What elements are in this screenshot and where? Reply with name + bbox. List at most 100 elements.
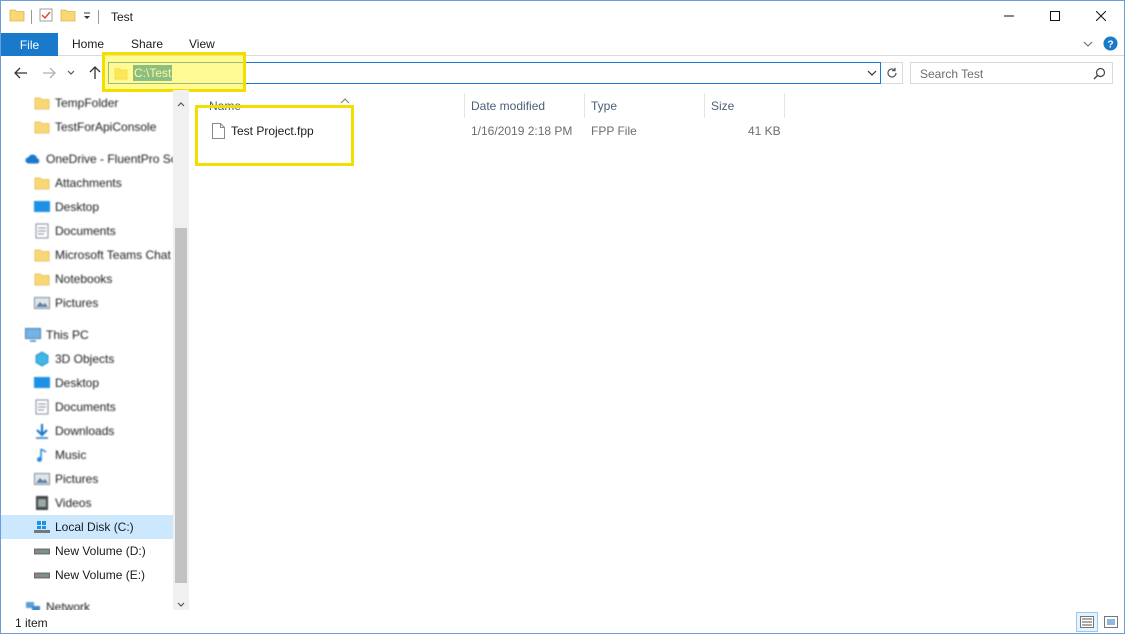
file-date-modified: 1/16/2019 2:18 PM (471, 124, 573, 138)
tab-share[interactable]: Share (131, 37, 163, 51)
address-path[interactable]: C:\Test (133, 65, 173, 81)
tab-home[interactable]: Home (72, 37, 104, 51)
nav-item-3d-objects[interactable]: 3D Objects (1, 347, 173, 371)
downloads-icon (34, 423, 50, 439)
this-pc-icon (25, 327, 41, 343)
nav-item-label: 3D Objects (55, 352, 115, 366)
nav-item-local-disk-c[interactable]: Local Disk (C:) (1, 515, 173, 539)
details-view-button[interactable] (1076, 612, 1098, 632)
folder-icon (114, 67, 128, 83)
documents-icon (34, 399, 50, 415)
nav-item-label: Downloads (55, 424, 115, 438)
nav-item-desktop[interactable]: Desktop (1, 195, 173, 219)
back-button[interactable] (12, 64, 30, 82)
item-count: 1 item (15, 616, 48, 630)
nav-item-new-volume-d[interactable]: New Volume (D:) (1, 539, 173, 563)
column-header-label: Name (209, 98, 242, 113)
nav-item-label: This PC (46, 328, 89, 342)
column-header-label: Type (591, 98, 618, 113)
nav-item-videos[interactable]: Videos (1, 491, 173, 515)
3d-objects-icon (34, 351, 50, 367)
folder-icon (9, 7, 25, 26)
column-header-type[interactable]: Type (585, 93, 705, 118)
nav-item-label: OneDrive - FluentPro Sc (46, 152, 173, 166)
pictures-icon (34, 471, 50, 487)
scrollbar-thumb[interactable] (175, 228, 187, 583)
search-input[interactable]: Search Test (910, 62, 1113, 84)
svg-text:?: ? (1107, 39, 1113, 50)
nav-item-new-volume-e[interactable]: New Volume (E:) (1, 563, 173, 587)
expand-ribbon-chevron-icon[interactable] (1083, 38, 1093, 52)
address-row: C:\Test Search Test (1, 57, 1124, 89)
nav-item-documents-pc[interactable]: Documents (1, 395, 173, 419)
nav-item-label: TestForApiConsole (55, 120, 157, 134)
nav-item-testforapiconsole[interactable]: TestForApiConsole (1, 115, 173, 139)
up-button[interactable] (86, 64, 104, 82)
nav-item-notebooks[interactable]: Notebooks (1, 267, 173, 291)
nav-item-tempfolder[interactable]: TempFolder (1, 91, 173, 115)
file-size: 41 KB (748, 124, 781, 138)
videos-icon (34, 495, 50, 511)
refresh-icon (886, 67, 897, 78)
up-arrow-icon (89, 66, 101, 79)
close-icon (1096, 11, 1106, 21)
file-name[interactable]: Test Project.fpp (231, 124, 314, 138)
onedrive-cloud-icon (25, 151, 41, 167)
column-header-label: Date modified (471, 98, 546, 113)
nav-item-label: Pictures (55, 296, 99, 310)
search-placeholder: Search Test (920, 67, 984, 81)
nav-item-label: Documents (55, 224, 116, 238)
tab-view[interactable]: View (189, 37, 215, 51)
forward-button[interactable] (40, 64, 58, 82)
large-icons-view-button[interactable] (1100, 612, 1122, 632)
file-icon (212, 123, 225, 142)
new-folder-icon[interactable] (60, 7, 76, 26)
minimize-button[interactable] (986, 1, 1032, 31)
nav-item-attachments[interactable]: Attachments (1, 171, 173, 195)
address-bar[interactable]: C:\Test (108, 62, 881, 84)
nav-item-music[interactable]: Music (1, 443, 173, 467)
scroll-down-icon[interactable] (177, 597, 185, 610)
column-header-size[interactable]: Size (705, 93, 785, 118)
nav-item-label: Desktop (55, 200, 100, 214)
large-icons-view-icon (1104, 616, 1118, 628)
properties-icon[interactable] (38, 7, 54, 26)
nav-item-pictures-pc[interactable]: Pictures (1, 467, 173, 491)
scroll-up-icon[interactable] (177, 96, 185, 110)
toolbar-separator (98, 9, 99, 24)
search-icon[interactable] (1093, 67, 1106, 83)
nav-item-desktop-pc[interactable]: Desktop (1, 371, 173, 395)
recent-locations-button[interactable] (65, 64, 77, 82)
nav-pane-scrollbar[interactable] (173, 90, 189, 610)
tab-file[interactable]: File (1, 33, 58, 56)
sort-ascending-icon (340, 93, 350, 107)
address-dropdown-chevron-icon[interactable] (867, 67, 877, 81)
window-title: Test (111, 10, 134, 24)
folder-icon (34, 247, 50, 263)
help-icon[interactable]: ? (1103, 36, 1118, 54)
nav-item-label: Music (55, 448, 87, 462)
nav-item-network[interactable]: Network (1, 595, 173, 610)
desktop-icon (34, 199, 50, 215)
table-row[interactable]: Test Project.fpp 1/16/2019 2:18 PM FPP F… (191, 120, 791, 142)
nav-item-this-pc[interactable]: This PC (1, 323, 173, 347)
refresh-button[interactable] (881, 62, 903, 84)
minimize-icon (1004, 15, 1014, 17)
customize-toolbar-chevron-icon[interactable] (82, 10, 92, 24)
details-view-icon (1080, 616, 1094, 628)
nav-item-label: Local Disk (C:) (55, 520, 134, 534)
nav-item-downloads[interactable]: Downloads (1, 419, 173, 443)
close-button[interactable] (1078, 1, 1124, 31)
nav-item-pictures[interactable]: Pictures (1, 291, 173, 315)
nav-item-onedrive[interactable]: OneDrive - FluentPro Sc (1, 147, 173, 171)
column-header-name[interactable]: Name (203, 93, 465, 118)
nav-item-label: TempFolder (55, 96, 119, 110)
column-header-date-modified[interactable]: Date modified (465, 93, 585, 118)
desktop-icon (34, 375, 50, 391)
nav-item-microsoft-teams-chat[interactable]: Microsoft Teams Chat (1, 243, 173, 267)
nav-item-label: Documents (55, 400, 116, 414)
nav-item-documents[interactable]: Documents (1, 219, 173, 243)
ribbon-controls: ? (1083, 36, 1118, 54)
maximize-button[interactable] (1032, 1, 1078, 31)
column-header-label: Size (711, 98, 735, 113)
